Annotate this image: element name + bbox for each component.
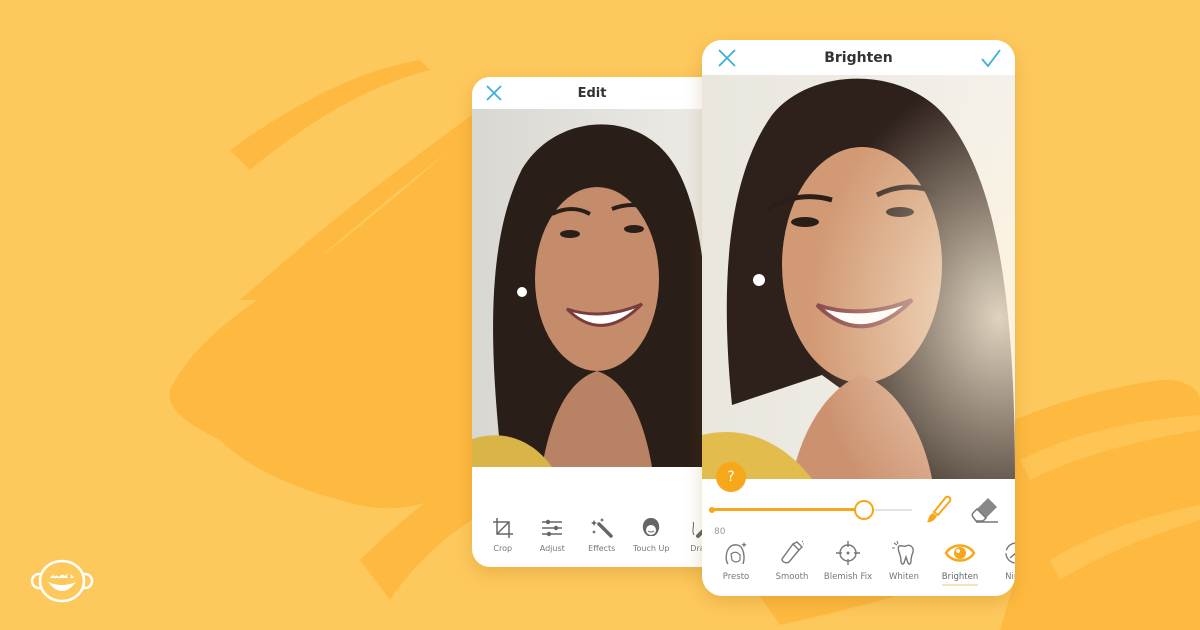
tool-presto[interactable]: Presto xyxy=(708,538,764,592)
tool-label: Crop xyxy=(493,544,513,553)
slider-fill xyxy=(712,508,864,511)
slider-thumb[interactable] xyxy=(854,500,874,520)
close-icon[interactable] xyxy=(716,47,738,69)
magic-wand-icon xyxy=(590,515,614,541)
help-button[interactable]: ? xyxy=(716,462,746,492)
tool-touch-up[interactable]: Touch Up xyxy=(627,515,677,565)
paintbrush-icon[interactable] xyxy=(924,495,952,525)
sliders-icon xyxy=(541,515,563,541)
brighten-title: Brighten xyxy=(824,49,893,66)
tool-adjust[interactable]: Adjust xyxy=(528,515,578,565)
brighten-screen: Brighten ? 80 Presto Smooth Blemish Fix … xyxy=(702,40,1015,596)
brighten-toolbar: Presto Smooth Blemish Fix Whiten Brighte… xyxy=(708,538,1015,592)
close-icon[interactable] xyxy=(484,83,504,103)
tool-whiten[interactable]: Whiten xyxy=(876,538,932,592)
edit-photo xyxy=(472,109,712,467)
edit-title: Edit xyxy=(577,85,607,101)
presto-face-icon xyxy=(723,538,749,568)
edit-screen: Edit Crop Adjust Effects Touch Up Draw xyxy=(472,77,712,567)
ninja-icon xyxy=(1003,538,1015,568)
tool-label: Presto xyxy=(722,572,750,582)
checkmark-icon[interactable] xyxy=(979,46,1003,70)
brighten-topbar: Brighten xyxy=(702,40,1015,75)
tool-label: Whiten xyxy=(888,572,920,582)
smooth-brush-icon xyxy=(779,538,805,568)
tool-effects[interactable]: Effects xyxy=(577,515,627,565)
tool-label: Brighten xyxy=(941,572,979,586)
edit-topbar: Edit xyxy=(472,77,712,109)
edit-toolbar: Crop Adjust Effects Touch Up Draw xyxy=(478,515,712,565)
tool-label: Touch Up xyxy=(633,544,670,553)
eye-icon xyxy=(944,538,976,568)
monkey-logo-icon xyxy=(30,558,94,604)
face-icon xyxy=(640,515,662,541)
brighten-slider[interactable] xyxy=(709,498,912,522)
tool-brighten[interactable]: Brighten xyxy=(932,538,988,592)
tool-label: Blemish Fix xyxy=(823,572,873,582)
eraser-icon[interactable] xyxy=(970,495,1000,525)
tool-ninja[interactable]: Ninja xyxy=(988,538,1015,592)
tool-label: Ninja xyxy=(1005,572,1015,582)
tool-crop[interactable]: Crop xyxy=(478,515,528,565)
tool-blemish-fix[interactable]: Blemish Fix xyxy=(820,538,876,592)
tool-label: Smooth xyxy=(775,572,809,582)
tooth-icon xyxy=(891,538,917,568)
tool-label: Effects xyxy=(588,544,616,553)
brighten-photo xyxy=(702,75,1015,479)
crop-icon xyxy=(492,515,514,541)
tool-smooth[interactable]: Smooth xyxy=(764,538,820,592)
slider-start-dot xyxy=(709,506,715,513)
slider-value: 80 xyxy=(714,527,726,537)
tool-label: Adjust xyxy=(539,544,565,553)
crosshair-icon xyxy=(835,538,861,568)
